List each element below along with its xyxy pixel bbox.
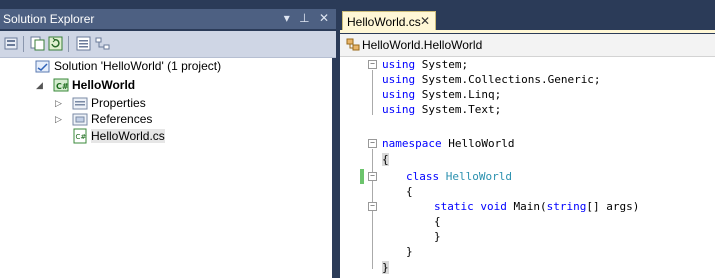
navigation-bar[interactable]: HelloWorld.HelloWorld	[340, 34, 715, 57]
nav-type-selector[interactable]: HelloWorld.HelloWorld	[362, 38, 482, 52]
panel-title: Solution Explorer	[3, 12, 95, 26]
svg-text:C#: C#	[56, 82, 69, 91]
code-keyword: class	[406, 170, 440, 183]
solution-tree: Solution 'HelloWorld' (1 project) ◢ C# H…	[0, 58, 332, 278]
properties-icon[interactable]	[76, 36, 91, 51]
tab-helloworld-cs[interactable]: HelloWorld.cs ✕	[342, 11, 436, 31]
toolbar-separator	[23, 36, 24, 52]
code-brace: {	[434, 215, 441, 228]
code-text: System;	[415, 58, 469, 71]
code-line: }	[434, 229, 441, 244]
code-keyword: static	[434, 200, 474, 213]
class-icon	[346, 38, 360, 51]
code-editor[interactable]: − − − − using System; using System.Colle…	[340, 57, 715, 278]
solution-explorer-panel: Solution Explorer ▾ ⊥ ✕ Solution 'HelloW…	[0, 0, 336, 278]
collapse-all-icon[interactable]	[4, 36, 19, 51]
references-icon	[72, 113, 88, 126]
code-keyword: string	[546, 200, 587, 213]
code-line: using System.Linq;	[382, 87, 501, 102]
refresh-icon[interactable]	[48, 36, 63, 51]
toolbar-separator	[68, 36, 69, 52]
collapse-region-icon[interactable]: −	[368, 202, 377, 211]
solution-explorer-toolbar	[0, 31, 336, 58]
code-text: System.Linq;	[415, 88, 502, 101]
tree-item-label: Properties	[91, 96, 146, 110]
tree-item-references[interactable]: References	[72, 111, 152, 127]
expand-arrow-icon[interactable]: ▷	[55, 99, 64, 108]
code-brace: }	[406, 245, 413, 258]
outline-line	[372, 70, 373, 115]
code-line: }	[406, 244, 413, 259]
code-line: using System;	[382, 57, 468, 72]
code-brace: }	[434, 230, 441, 243]
changed-line-marker	[360, 169, 364, 184]
code-keyword: using	[382, 58, 416, 71]
code-text: [] args)	[586, 200, 640, 213]
code-line: }	[382, 260, 389, 275]
code-line: {	[434, 214, 441, 229]
code-keyword: void	[480, 200, 507, 213]
solution-icon	[35, 60, 50, 73]
tree-item-label: HelloWorld	[72, 78, 136, 92]
svg-text:C#: C#	[76, 133, 87, 141]
view-class-diagram-icon[interactable]	[95, 36, 110, 51]
expand-arrow-icon[interactable]: ▷	[55, 115, 64, 124]
solution-explorer-titlebar[interactable]: Solution Explorer ▾ ⊥ ✕	[0, 9, 336, 29]
tree-item-label: Solution 'HelloWorld' (1 project)	[54, 59, 222, 73]
code-line: class HelloWorld	[406, 169, 512, 184]
close-tab-icon[interactable]: ✕	[420, 14, 430, 28]
code-text: System.Text;	[415, 103, 502, 116]
code-line: {	[382, 152, 389, 167]
code-line: using System.Text;	[382, 102, 501, 117]
code-line: {	[406, 184, 413, 199]
code-brace: }	[382, 261, 389, 274]
tree-item-helloworld-cs[interactable]: C# HelloWorld.cs	[72, 128, 165, 144]
collapse-region-icon[interactable]: −	[368, 139, 377, 148]
csharp-project-icon: C#	[53, 78, 69, 92]
visual-studio-window: Solution Explorer ▾ ⊥ ✕ Solution 'HelloW…	[0, 0, 715, 278]
csharp-file-icon: C#	[73, 128, 87, 144]
panel-window-controls[interactable]: ▾ ⊥ ✕	[284, 11, 332, 25]
tree-item-project[interactable]: C# HelloWorld	[53, 77, 135, 93]
properties-folder-icon	[72, 97, 88, 110]
code-brace: {	[382, 153, 389, 166]
code-text: HelloWorld	[441, 137, 515, 150]
code-line: using System.Collections.Generic;	[382, 72, 601, 87]
tree-item-label: HelloWorld.cs	[91, 129, 165, 143]
code-line: namespace HelloWorld	[382, 136, 514, 151]
collapse-region-icon[interactable]: −	[368, 172, 377, 181]
collapse-region-icon[interactable]: −	[368, 60, 377, 69]
tree-item-solution[interactable]: Solution 'HelloWorld' (1 project)	[35, 58, 221, 74]
code-keyword: using	[382, 73, 416, 86]
code-keyword: using	[382, 88, 416, 101]
collapse-arrow-icon[interactable]: ◢	[36, 81, 45, 90]
code-line: static void Main(string[] args)	[434, 199, 639, 214]
tree-item-properties[interactable]: Properties	[72, 95, 146, 111]
code-brace: {	[406, 185, 413, 198]
code-text: Main(	[506, 200, 547, 213]
code-text: System.Collections.Generic;	[415, 73, 601, 86]
tab-strip-underline	[340, 30, 715, 33]
show-all-files-icon[interactable]	[30, 36, 45, 51]
code-keyword: using	[382, 103, 416, 116]
code-type: HelloWorld	[445, 170, 512, 183]
tab-label: HelloWorld.cs	[347, 15, 421, 29]
tree-item-label: References	[91, 112, 153, 126]
code-keyword: namespace	[382, 137, 442, 150]
